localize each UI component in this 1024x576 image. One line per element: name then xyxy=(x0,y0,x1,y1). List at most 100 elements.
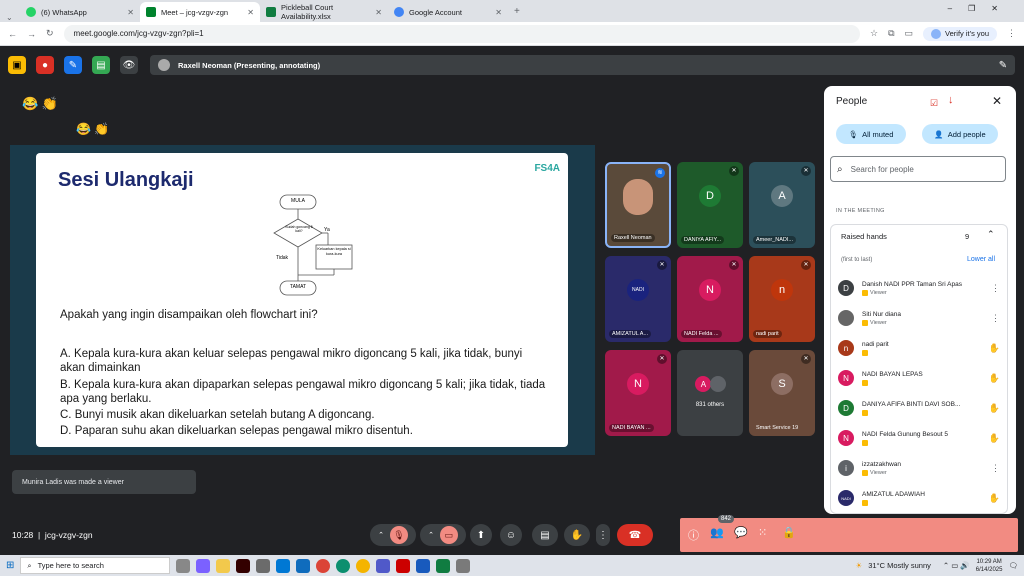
activities-icon[interactable]: ⁙ xyxy=(758,526,767,539)
list-item[interactable]: N NADI Felda Gunung Besout 5 ✋ xyxy=(838,424,1006,452)
forward-icon[interactable]: → xyxy=(27,29,36,39)
participant-tile[interactable]: D ✕ DANIYA AFIY... xyxy=(677,162,743,248)
more-icon[interactable]: ⋮ xyxy=(991,463,1000,474)
whiteboard-icon[interactable]: ✎ xyxy=(64,56,82,74)
more-options-button[interactable]: ⋮ xyxy=(596,524,610,546)
excel-icon[interactable] xyxy=(436,558,451,573)
back-icon[interactable]: ← xyxy=(8,29,17,39)
taskbar-search[interactable]: ⌕ Type here to search xyxy=(20,557,171,574)
captions-button[interactable]: ▤ xyxy=(532,524,558,546)
url-field[interactable]: meet.google.com/jcg-vzgv-zgn?pli=1 xyxy=(63,24,861,43)
hand-icon[interactable]: ✋ xyxy=(989,343,1000,354)
participant-tile[interactable]: N ✕ NADI BAYAN ... xyxy=(605,350,671,436)
search-icon: ⌕ xyxy=(837,163,843,175)
menu-icon[interactable]: ⋮ xyxy=(1007,28,1016,39)
hand-icon[interactable]: ✋ xyxy=(989,403,1000,414)
present-button[interactable]: ⬆ xyxy=(470,524,492,546)
list-item[interactable]: D DANIYA AFIFA BINTI DAVI SOB... ✋ xyxy=(838,394,1006,422)
window-controls[interactable]: –❐✕ xyxy=(948,4,1014,13)
hand-icon: ✋ xyxy=(570,529,584,541)
hand-icon[interactable]: ✋ xyxy=(989,493,1000,504)
list-item[interactable]: NADI AMIZATUL ADAWIAH ✋ xyxy=(838,484,1006,512)
list-item[interactable]: Siti Nur diana Viewer ⋮ xyxy=(838,304,1006,332)
tab-excel[interactable]: Pickleball Court Availability.xlsx ✕ xyxy=(260,2,388,22)
people-icon[interactable]: 👥 xyxy=(710,526,724,539)
participant-tile[interactable]: ≋ Raxell Neoman xyxy=(605,162,671,248)
list-item[interactable]: D Danish NADI PPR Taman Sri Apas Viewer ⋮ xyxy=(838,274,1006,302)
close-icon[interactable]: ✕ xyxy=(992,94,1002,108)
slide-option-c: C. Bunyi musik akan dikeluarkan setelah … xyxy=(60,409,375,421)
record-icon[interactable]: ● xyxy=(36,56,54,74)
participant-tile[interactable]: A ✕ Ameer_NADI... xyxy=(749,162,815,248)
new-tab-icon[interactable]: + xyxy=(514,2,520,22)
visibility-icon[interactable]: 👁 xyxy=(120,56,138,74)
chrome-icon[interactable] xyxy=(316,558,331,573)
checklist-icon[interactable]: ☑ xyxy=(930,98,938,109)
hand-icon[interactable]: ✋ xyxy=(989,433,1000,444)
edge-icon[interactable] xyxy=(336,558,351,573)
participant-tile[interactable]: N ✕ NADI Felda ... xyxy=(677,256,743,342)
reload-icon[interactable]: ↻ xyxy=(46,28,54,39)
emoji-button[interactable]: ☺ xyxy=(500,524,522,546)
chrome-icon[interactable] xyxy=(356,558,371,573)
leave-call-button[interactable]: ☎ xyxy=(617,524,653,546)
lower-all-link[interactable]: Lower all xyxy=(967,256,995,263)
list-item[interactable]: n nadi parit ✋ xyxy=(838,334,1006,362)
tab-google-account[interactable]: Google Account ✕ xyxy=(388,2,508,22)
star-icon[interactable]: ☆ xyxy=(870,28,878,39)
close-icon[interactable]: ✕ xyxy=(495,8,502,17)
others-tile[interactable]: A 831 others xyxy=(677,350,743,436)
annotate-pen-icon[interactable]: ✎ xyxy=(994,56,1012,74)
search-input[interactable]: ⌕ Search for people xyxy=(830,156,1006,182)
google-icon xyxy=(394,7,404,17)
activities-icon[interactable]: ▣ xyxy=(8,56,26,74)
collapse-icon[interactable]: ⌃ xyxy=(987,229,995,240)
camera-options-button[interactable]: ⌃ ▭ xyxy=(420,524,466,546)
extension-icon[interactable]: ⧉ xyxy=(888,28,894,39)
presentation-slide: Sesi Ulangkaji FS4A MULA Sudah goncang 5… xyxy=(36,153,568,447)
word-icon[interactable] xyxy=(416,558,431,573)
raise-hand-button[interactable]: ✋ xyxy=(564,524,590,546)
add-people-button[interactable]: 👤 Add people xyxy=(922,124,998,144)
profile-icon xyxy=(931,28,942,39)
app-icon[interactable] xyxy=(256,558,271,573)
windows-start-icon[interactable]: ⊞ xyxy=(6,560,14,571)
weather-text[interactable]: 31°C Mostly sunny xyxy=(868,561,931,570)
participant-tile[interactable]: n ✕ nadi parit xyxy=(749,256,815,342)
list-item[interactable]: N NADI BAYAN LEPAS ✋ xyxy=(838,364,1006,392)
more-icon[interactable]: ⋮ xyxy=(991,283,1000,294)
task-view-icon[interactable] xyxy=(176,558,191,573)
tab-search-icon[interactable]: ⌄ xyxy=(6,13,20,22)
clock[interactable]: 10:29 AM 6/14/2025 xyxy=(976,558,1003,574)
more-icon[interactable]: ⋮ xyxy=(991,313,1000,324)
close-icon[interactable]: ✕ xyxy=(127,8,134,17)
file-explorer-icon[interactable] xyxy=(216,558,231,573)
mic-options-button[interactable]: ⌃ 🎙 xyxy=(370,524,416,546)
info-icon[interactable]: ⓘ xyxy=(688,527,699,543)
teams-icon[interactable] xyxy=(376,558,391,573)
chat-icon[interactable]: 💬 xyxy=(734,526,748,539)
notification-icon[interactable]: 🗨 xyxy=(1008,561,1018,570)
tab-meet[interactable]: Meet – jcg-vzgv-zgn ✕ xyxy=(140,2,260,22)
cast-icon[interactable]: ▭ xyxy=(905,28,914,39)
participant-tile[interactable]: S ✕ Smart Service 19 xyxy=(749,350,815,436)
breakout-icon[interactable]: ▤ xyxy=(92,56,110,74)
app-icon[interactable] xyxy=(196,558,211,573)
badge-icon xyxy=(862,409,868,416)
app-icon[interactable] xyxy=(396,558,411,573)
participant-tile[interactable]: NADI ✕ AMIZATUL A... xyxy=(605,256,671,342)
hand-icon[interactable]: ✋ xyxy=(989,373,1000,384)
system-tray-icon[interactable]: ⌃ ▭ 🔊 xyxy=(943,561,970,570)
close-icon[interactable]: ✕ xyxy=(247,8,254,17)
app-icon[interactable] xyxy=(456,558,471,573)
host-controls-icon[interactable]: 🔒 xyxy=(782,526,796,539)
outlook-icon[interactable] xyxy=(276,558,291,573)
app-icon[interactable] xyxy=(296,558,311,573)
verify-button[interactable]: Verify it's you xyxy=(923,26,997,41)
tab-whatsapp[interactable]: (6) WhatsApp ✕ xyxy=(20,2,140,22)
close-icon[interactable]: ✕ xyxy=(375,8,382,17)
illustrator-icon[interactable] xyxy=(236,558,251,573)
all-muted-button[interactable]: 🎙 All muted xyxy=(836,124,906,144)
list-item[interactable]: i izzatzakhwan Viewer ⋮ xyxy=(838,454,1006,482)
flow-end: TAMAT xyxy=(289,284,307,290)
